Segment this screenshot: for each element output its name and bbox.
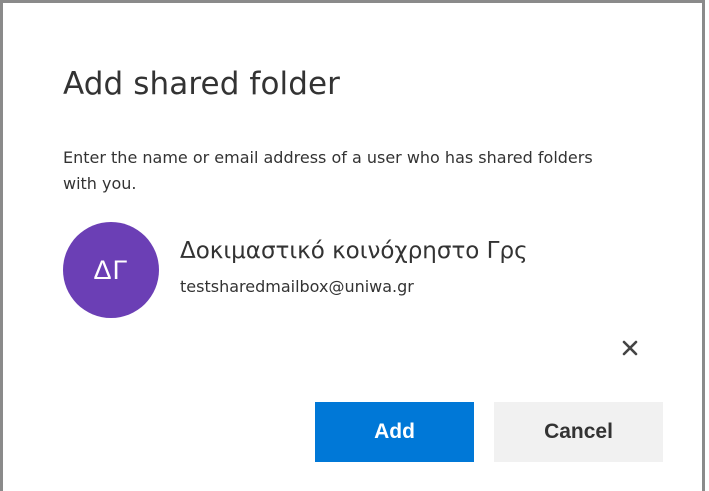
remove-user-button[interactable] [616,334,644,362]
dialog-description: Enter the name or email address of a use… [63,148,593,193]
add-button[interactable]: Add [315,402,474,462]
dialog-title: Add shared folder [63,66,341,102]
selected-user-name: Δοκιμαστικό κοινόχρηστο Γρς [180,238,528,264]
avatar: ΔΓ [63,222,159,318]
close-icon [622,340,638,356]
selected-user-email: testsharedmailbox@uniwa.gr [180,277,414,296]
cancel-button[interactable]: Cancel [494,402,663,462]
add-shared-folder-dialog: Add shared folder Enter the name or emai… [0,0,709,491]
